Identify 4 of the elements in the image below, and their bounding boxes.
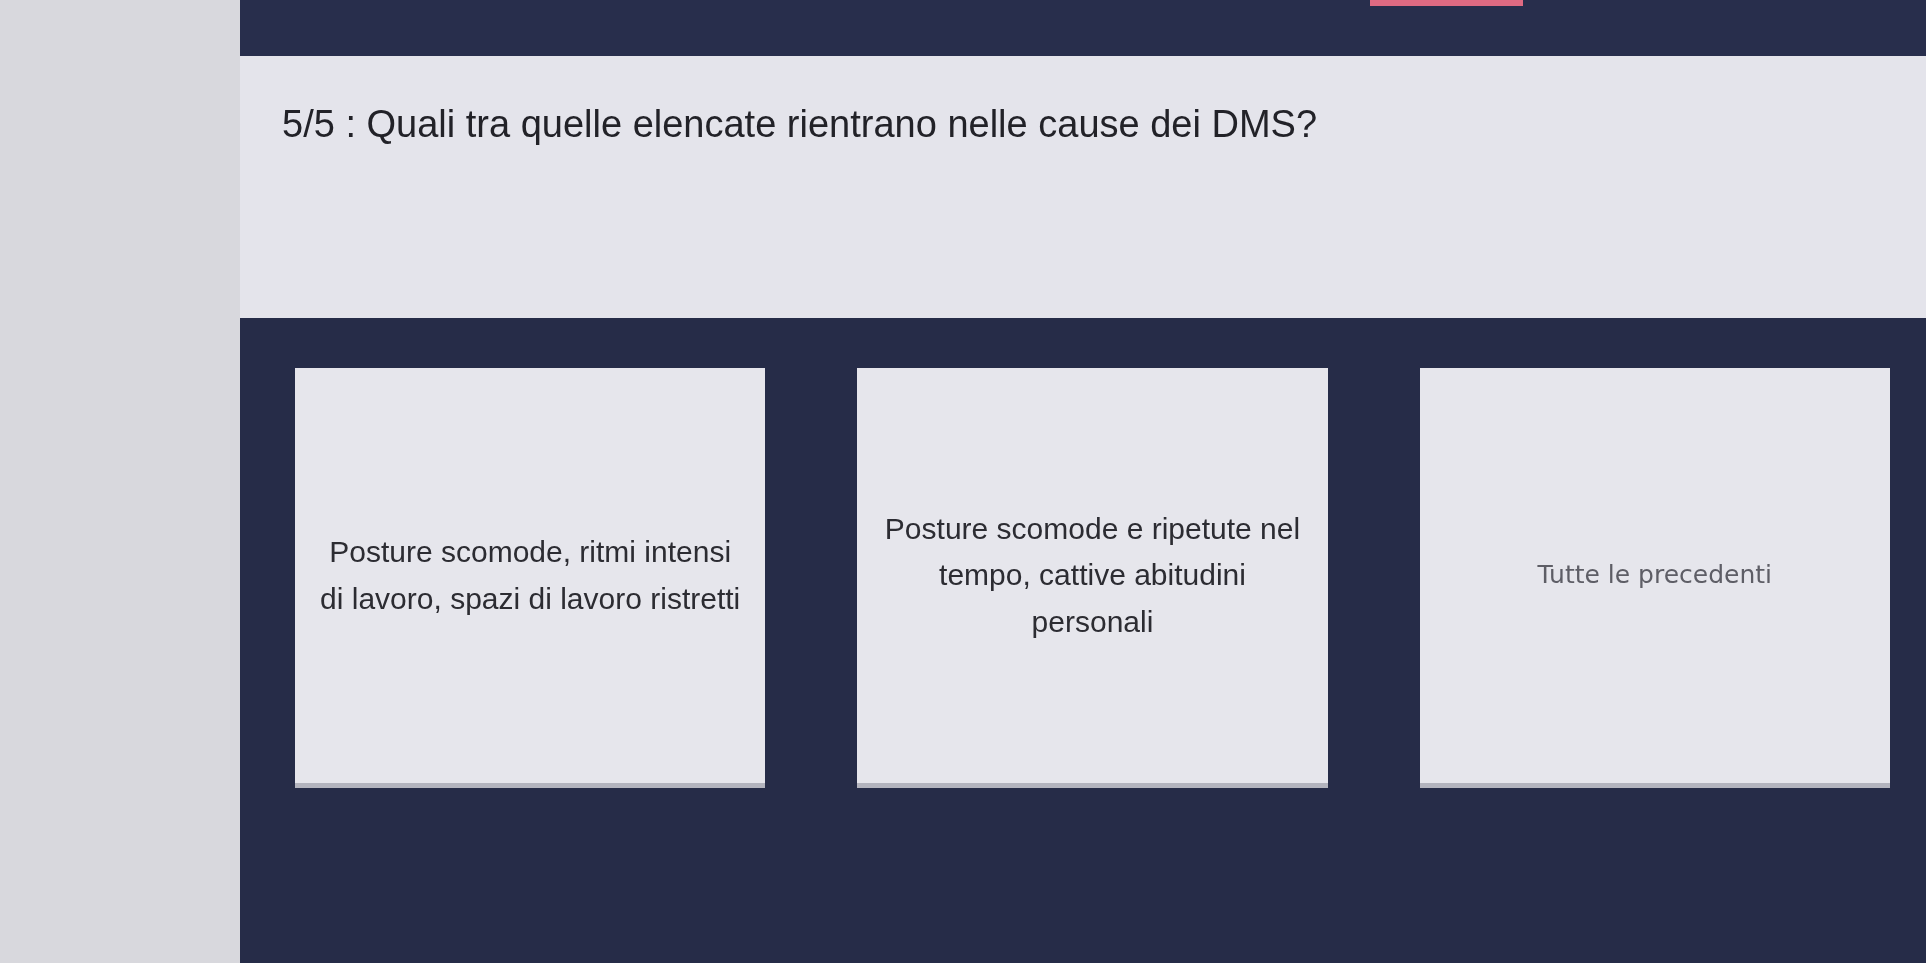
answer-button[interactable]: Posture scomode e ripetute nel tempo, cattive abitudini personali — [857, 368, 1328, 788]
answer-button[interactable]: Posture scomode, ritmi intensi di lavoro, spazi di lavoro ristretti — [295, 368, 766, 788]
answer-button[interactable]: Tutte le precedenti — [1419, 368, 1890, 788]
question-text: 5/5 : Quali tra quelle elencate rientrano nelle cause dei DMS? — [282, 102, 1318, 146]
